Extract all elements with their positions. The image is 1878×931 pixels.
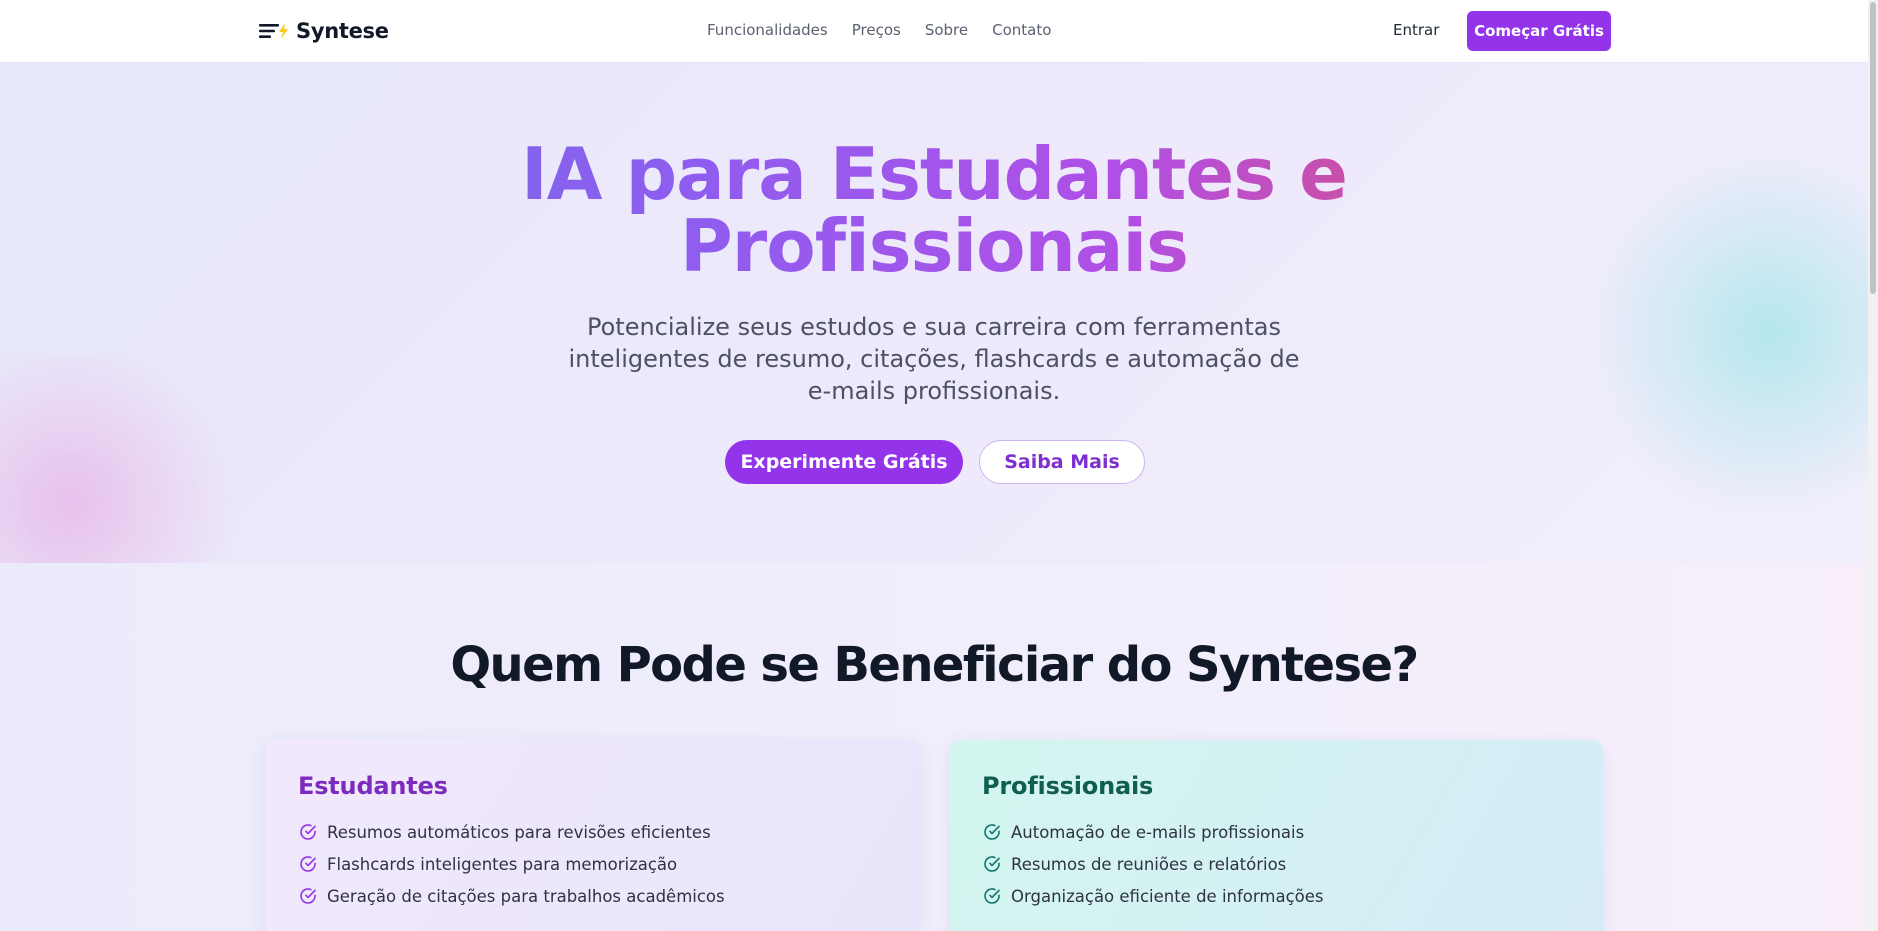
students-card: Estudantes Resumos automáticos para revi… (266, 740, 919, 931)
login-link[interactable]: Entrar (1393, 21, 1439, 39)
list-item-text: Resumos de reuniões e relatórios (1011, 854, 1287, 874)
hero-title-line: IA para Estudantes e (521, 132, 1347, 216)
benefits-title: Quem Pode se Beneficiar do Syntese? (450, 637, 1419, 693)
list-item: Automação de e-mails profissionais (982, 816, 1571, 848)
logo-icon (259, 23, 288, 39)
nav-item-precos[interactable]: Preços (852, 21, 901, 39)
learn-more-button[interactable]: Saiba Mais (979, 440, 1145, 484)
hero-subtitle: Potencialize seus estudos e sua carreira… (568, 313, 1300, 405)
logo[interactable]: Syntese (258, 18, 389, 44)
check-circle-icon (984, 824, 1000, 840)
feature-list: Resumos automáticos para revisões eficie… (298, 816, 887, 912)
list-item: Geração de citações para trabalhos acadê… (298, 880, 887, 912)
try-free-button[interactable]: Experimente Grátis (725, 440, 963, 484)
site-header: Syntese Funcionalidades Preços Sobre Con… (0, 0, 1868, 63)
nav-item-sobre[interactable]: Sobre (925, 21, 968, 39)
list-item-text: Flashcards inteligentes para memorização (327, 854, 678, 874)
main-nav: Funcionalidades Preços Sobre Contato (707, 21, 1051, 39)
hero-title: IA para Estudantes e Profissionais (0, 138, 1868, 282)
start-free-button[interactable]: Começar Grátis (1467, 11, 1611, 51)
list-item-text: Organização eficiente de informações (1011, 886, 1324, 906)
card-title: Estudantes (298, 772, 448, 800)
card-title: Profissionais (982, 772, 1154, 800)
list-item: Resumos de reuniões e relatórios (982, 848, 1571, 880)
check-circle-icon (300, 824, 316, 840)
check-circle-icon (300, 888, 316, 904)
check-circle-icon (300, 856, 316, 872)
decorative-blob (0, 353, 260, 563)
list-item: Organização eficiente de informações (982, 880, 1571, 912)
scrollbar-thumb[interactable] (1870, 2, 1876, 294)
list-item-text: Automação de e-mails profissionais (1011, 822, 1305, 842)
list-item-text: Geração de citações para trabalhos acadê… (327, 886, 725, 906)
check-circle-icon (984, 888, 1000, 904)
page-scrollbar[interactable] (1868, 0, 1878, 931)
list-item: Flashcards inteligentes para memorização (298, 848, 887, 880)
list-item-text: Resumos automáticos para revisões eficie… (327, 822, 711, 842)
feature-list: Automação de e-mails profissionais Resum… (982, 816, 1571, 912)
list-item: Resumos automáticos para revisões eficie… (298, 816, 887, 848)
nav-item-contato[interactable]: Contato (992, 21, 1051, 39)
hero-title-line: Profissionais (680, 204, 1188, 288)
logo-text: Syntese (296, 19, 389, 43)
nav-item-funcionalidades[interactable]: Funcionalidades (707, 21, 828, 39)
check-circle-icon (984, 856, 1000, 872)
professionals-card: Profissionais Automação de e-mails profi… (950, 740, 1603, 931)
